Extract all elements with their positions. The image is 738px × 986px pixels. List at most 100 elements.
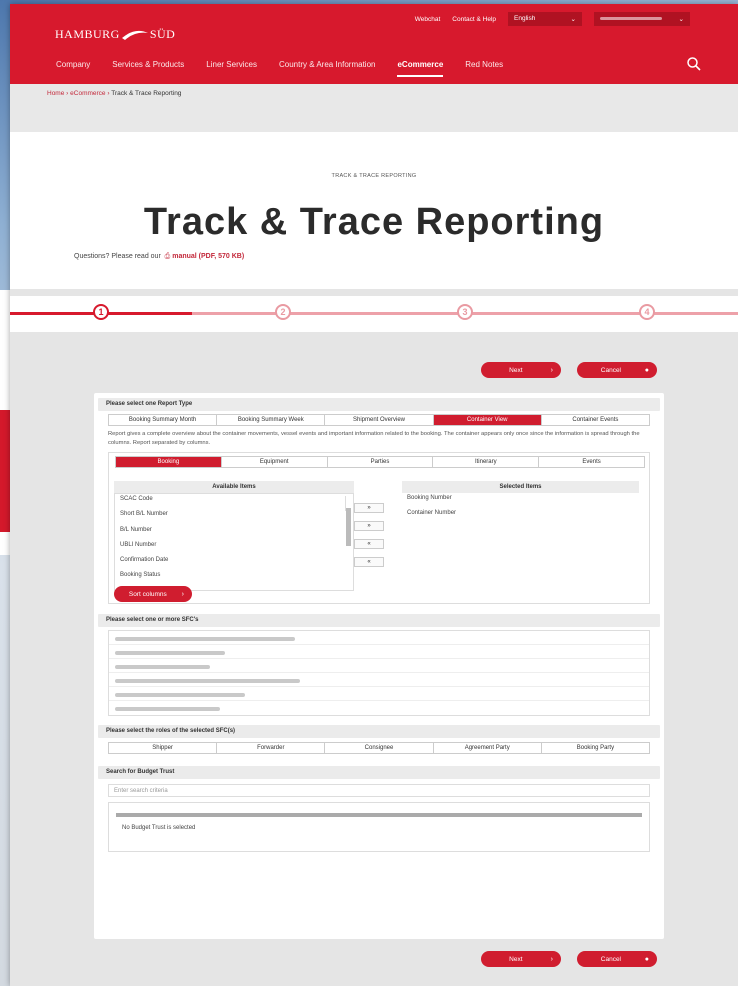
report-type-heading: Please select one Report Type: [98, 398, 660, 411]
nav-liner-services[interactable]: Liner Services: [206, 60, 257, 77]
logo-text-right: SÜD: [149, 27, 176, 41]
arrow-right-icon: ›: [550, 366, 553, 374]
tab-booking-summary-week[interactable]: Booking Summary Week: [217, 415, 326, 425]
role-consignee[interactable]: Consignee: [325, 743, 434, 753]
available-items-list: SCAC Code Short B/L Number B/L Number UB…: [114, 493, 354, 591]
sfc-name-redacted: [115, 637, 295, 641]
account-name-redacted: [600, 17, 662, 20]
tab-container-view[interactable]: Container View: [433, 415, 542, 425]
pdf-icon: ⎙: [162, 253, 171, 260]
list-item[interactable]: Container Number: [407, 510, 634, 525]
list-item[interactable]: SCAC Code: [120, 496, 348, 511]
nav-red-notes[interactable]: Red Notes: [465, 60, 503, 77]
column-category-tabs: Booking Equipment Parties Itinerary Even…: [115, 456, 645, 468]
role-shipper[interactable]: Shipper: [109, 743, 218, 753]
tab-equipment[interactable]: Equipment: [222, 457, 328, 467]
tab-container-events[interactable]: Container Events: [542, 415, 649, 425]
cancel-button-bottom[interactable]: Cancel ●: [577, 951, 657, 967]
sfc-name-redacted: [115, 707, 220, 711]
sfc-name-redacted: [115, 679, 300, 683]
nav-company[interactable]: Company: [56, 60, 90, 77]
role-forwarder[interactable]: Forwarder: [217, 743, 326, 753]
selected-items: Selected Items Booking Number Container …: [402, 481, 639, 591]
role-agreement-party[interactable]: Agreement Party: [434, 743, 542, 753]
breadcrumb-ecommerce[interactable]: eCommerce: [70, 90, 105, 97]
budget-trust-search-input[interactable]: Enter search criteria: [108, 784, 650, 797]
add-item-button[interactable]: »: [354, 503, 384, 513]
breadcrumb-current: Track & Trace Reporting: [111, 90, 182, 97]
step-4: 4: [639, 304, 655, 320]
selected-items-heading: Selected Items: [402, 481, 639, 493]
list-item[interactable]: [109, 631, 649, 645]
list-item[interactable]: [109, 659, 649, 673]
contact-help-link[interactable]: Contact & Help: [452, 16, 496, 23]
sfc-name-redacted: [115, 665, 210, 669]
list-item[interactable]: Short B/L Number: [120, 511, 348, 526]
selected-items-list: Booking Number Container Number: [402, 493, 639, 591]
available-items-scrollbar[interactable]: [345, 496, 351, 546]
add-all-button[interactable]: »: [354, 521, 384, 531]
column-chooser: Booking Equipment Parties Itinerary Even…: [108, 452, 650, 604]
manual-link[interactable]: manual (PDF, 570 KB): [172, 253, 244, 260]
next-button-bottom[interactable]: Next ›: [481, 951, 561, 967]
sfc-list: [108, 630, 650, 716]
remove-all-button[interactable]: «: [354, 557, 384, 567]
budget-trust-empty-text: No Budget Trust is selected: [122, 825, 196, 831]
nav-services-products[interactable]: Services & Products: [112, 60, 184, 77]
sort-columns-button[interactable]: Sort columns ›: [114, 586, 192, 602]
tab-booking[interactable]: Booking: [116, 457, 222, 467]
close-dot-icon: ●: [644, 955, 649, 963]
site-header: HAMBURG SÜD Webchat Contact & Help Engli…: [10, 4, 738, 84]
page-hero: TRACK & TRACE REPORTING Track & Trace Re…: [10, 132, 738, 289]
list-item[interactable]: [109, 701, 649, 715]
language-value: English: [514, 15, 536, 22]
list-item[interactable]: UBLI Number: [120, 542, 348, 557]
step-3: 3: [457, 304, 473, 320]
utility-bar: Webchat Contact & Help English ⌄ ⌄: [415, 12, 690, 26]
sfc-name-redacted: [115, 693, 245, 697]
breadcrumb-home[interactable]: Home: [47, 90, 64, 97]
list-item[interactable]: [109, 645, 649, 659]
tab-booking-summary-month[interactable]: Booking Summary Month: [109, 415, 218, 425]
remove-item-button[interactable]: «: [354, 539, 384, 549]
logo-text-left: HAMBURG: [55, 27, 120, 41]
list-item[interactable]: [109, 687, 649, 701]
list-item[interactable]: Confirmation Date: [120, 557, 348, 572]
role-booking-party[interactable]: Booking Party: [542, 743, 649, 753]
cancel-button[interactable]: Cancel ●: [577, 362, 657, 378]
tab-events[interactable]: Events: [539, 457, 644, 467]
browser-page: HAMBURG SÜD Webchat Contact & Help Engli…: [10, 4, 738, 986]
page-title: Track & Trace Reporting: [143, 201, 605, 243]
webchat-link[interactable]: Webchat: [415, 16, 441, 23]
roles-options: Shipper Forwarder Consignee Agreement Pa…: [108, 742, 650, 754]
search-icon[interactable]: [686, 56, 702, 72]
next-button[interactable]: Next ›: [481, 362, 561, 378]
language-select[interactable]: English ⌄: [508, 12, 582, 26]
report-form: Please select one Report Type Booking Su…: [94, 393, 664, 939]
chevron-down-icon: ⌄: [678, 16, 684, 23]
top-button-row: Next › Cancel ●: [481, 362, 657, 378]
chevron-down-icon: ⌄: [570, 16, 576, 23]
list-item[interactable]: B/L Number: [120, 527, 348, 542]
nav-ecommerce[interactable]: eCommerce: [397, 60, 444, 77]
scrollbar-thumb[interactable]: [346, 508, 351, 546]
tab-shipment-overview[interactable]: Shipment Overview: [325, 415, 434, 425]
tab-itinerary[interactable]: Itinerary: [433, 457, 540, 467]
step-2: 2: [275, 304, 291, 320]
nav-country-area[interactable]: Country & Area Information: [279, 60, 376, 77]
breadcrumb: Home › eCommerce › Track & Trace Reporti…: [10, 84, 738, 132]
tab-parties[interactable]: Parties: [328, 457, 434, 467]
account-select[interactable]: ⌄: [594, 12, 690, 26]
list-item[interactable]: [109, 673, 649, 687]
budget-trust-heading: Search for Budget Trust: [98, 766, 660, 779]
report-description: Report gives a complete overview about t…: [108, 431, 640, 446]
sfc-name-redacted: [115, 651, 225, 655]
sfc-heading: Please select one or more SFC's: [98, 614, 660, 627]
bottom-button-row: Next › Cancel ●: [481, 951, 657, 967]
close-dot-icon: ●: [644, 366, 649, 374]
page-eyebrow: TRACK & TRACE REPORTING: [331, 173, 417, 179]
budget-trust-results: No Budget Trust is selected: [108, 802, 650, 852]
hamburg-sud-logo[interactable]: HAMBURG SÜD: [55, 27, 175, 42]
list-item[interactable]: Booking Number: [407, 495, 634, 510]
available-items: Available Items SCAC Code Short B/L Numb…: [114, 481, 354, 591]
